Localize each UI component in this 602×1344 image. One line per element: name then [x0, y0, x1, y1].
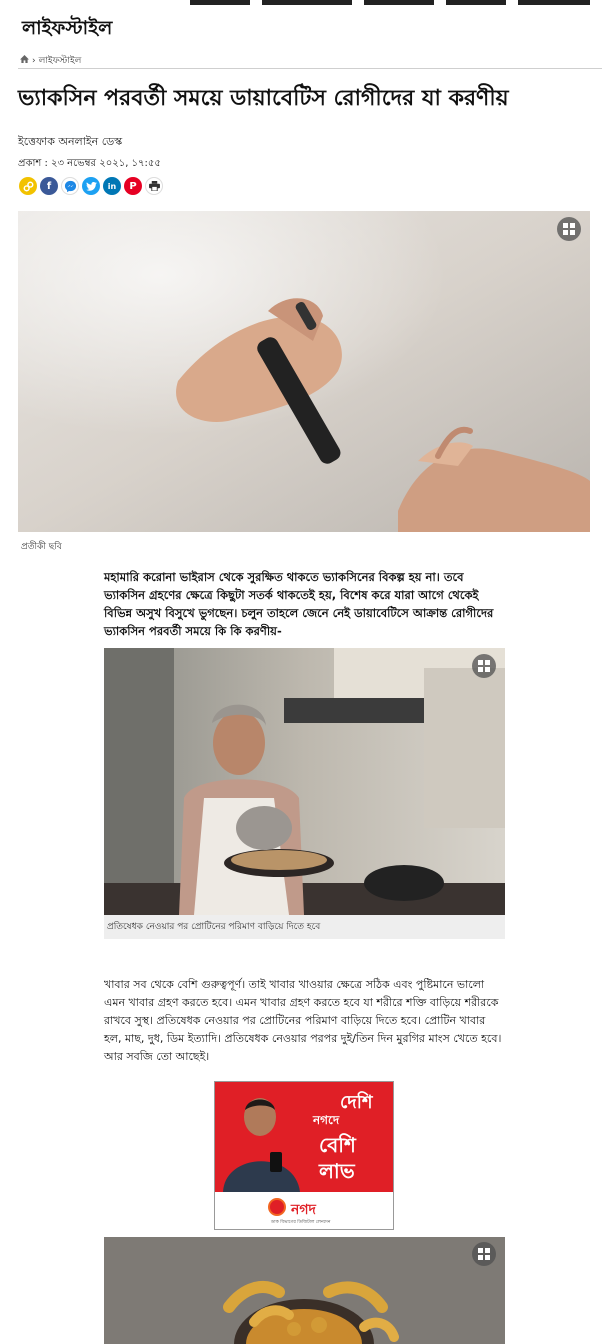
ad-headline-1: দেশি	[340, 1092, 373, 1113]
article-image-turmeric[interactable]	[104, 1237, 505, 1344]
hero-caption: প্রতীকী ছবি	[21, 542, 62, 552]
masthead-strip	[0, 0, 602, 6]
published-date: প্রকাশ : ২৩ নভেম্বর ২০২১, ১৭:৫৫	[18, 158, 161, 169]
ad-tagline: ডাক বিভাগের ডিজিটাল লেনদেন	[271, 1220, 331, 1225]
breadcrumb-separator: ›	[32, 55, 36, 66]
home-icon[interactable]	[20, 55, 29, 66]
article-author[interactable]: ইত্তেফাক অনলাইন ডেস্ক	[18, 133, 122, 152]
ad-headline-2: নগদে	[313, 1113, 340, 1127]
breadcrumb: › লাইফস্টাইল	[20, 53, 81, 68]
gallery-icon[interactable]	[472, 1242, 496, 1266]
share-bar: f in P	[19, 177, 163, 195]
article-lead: মহামারি করোনা ভাইরাস থেকে সুরক্ষিত থাকতে…	[104, 570, 494, 638]
advertisement-nagad[interactable]: দেশি নগদে বেশি লাভ নগদ ডাক বিভাগের ডিজিট…	[214, 1081, 394, 1230]
article-image-cooking[interactable]	[104, 648, 505, 915]
image-caption: প্রতিষেধক নেওয়ার পর প্রোটিনের পরিমাণ বা…	[104, 915, 505, 939]
gallery-icon[interactable]	[472, 654, 496, 678]
nagad-logo-icon	[268, 1198, 286, 1216]
gallery-icon[interactable]	[557, 217, 581, 241]
section-title[interactable]: লাইফস্টাইল	[22, 14, 112, 46]
facebook-icon[interactable]: f	[40, 177, 58, 195]
twitter-icon[interactable]	[82, 177, 100, 195]
print-icon[interactable]	[145, 177, 163, 195]
breadcrumb-current[interactable]: লাইফস্টাইল	[39, 53, 82, 68]
hero-image[interactable]	[18, 211, 590, 532]
article-paragraph: খাবার সব থেকে বেশি গুরুত্বপূর্ণ। তাই খাব…	[104, 978, 502, 1063]
copy-link-icon[interactable]	[19, 177, 37, 195]
ad-headline-3: বেশি লাভ	[319, 1133, 356, 1183]
divider	[18, 68, 602, 69]
messenger-icon[interactable]	[61, 177, 79, 195]
linkedin-icon[interactable]: in	[103, 177, 121, 195]
article-headline: ভ্যাকসিন পরবর্তী সময়ে ডায়াবেটিস রোগীদে…	[18, 86, 509, 111]
pinterest-icon[interactable]: P	[124, 177, 142, 195]
